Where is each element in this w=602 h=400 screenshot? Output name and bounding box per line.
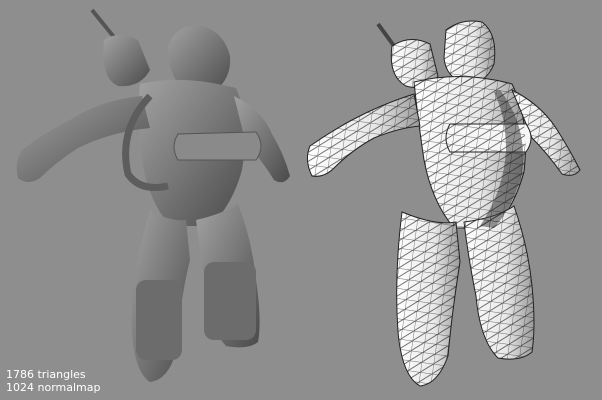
render-viewport bbox=[16, 8, 581, 387]
backpack-tank bbox=[103, 35, 150, 87]
wireframe-character-model bbox=[306, 20, 581, 387]
left-boot bbox=[136, 280, 182, 360]
mesh-lines bbox=[307, 21, 580, 386]
normalmap-size-label: 1024 normalmap bbox=[6, 381, 101, 394]
triangle-count-label: 1786 triangles bbox=[6, 368, 86, 381]
shaded-character-model bbox=[16, 8, 290, 382]
render-stats-caption: 1786 triangles 1024 normalmap bbox=[6, 368, 100, 394]
chest-cylinder bbox=[173, 131, 262, 161]
right-boot bbox=[204, 262, 256, 340]
